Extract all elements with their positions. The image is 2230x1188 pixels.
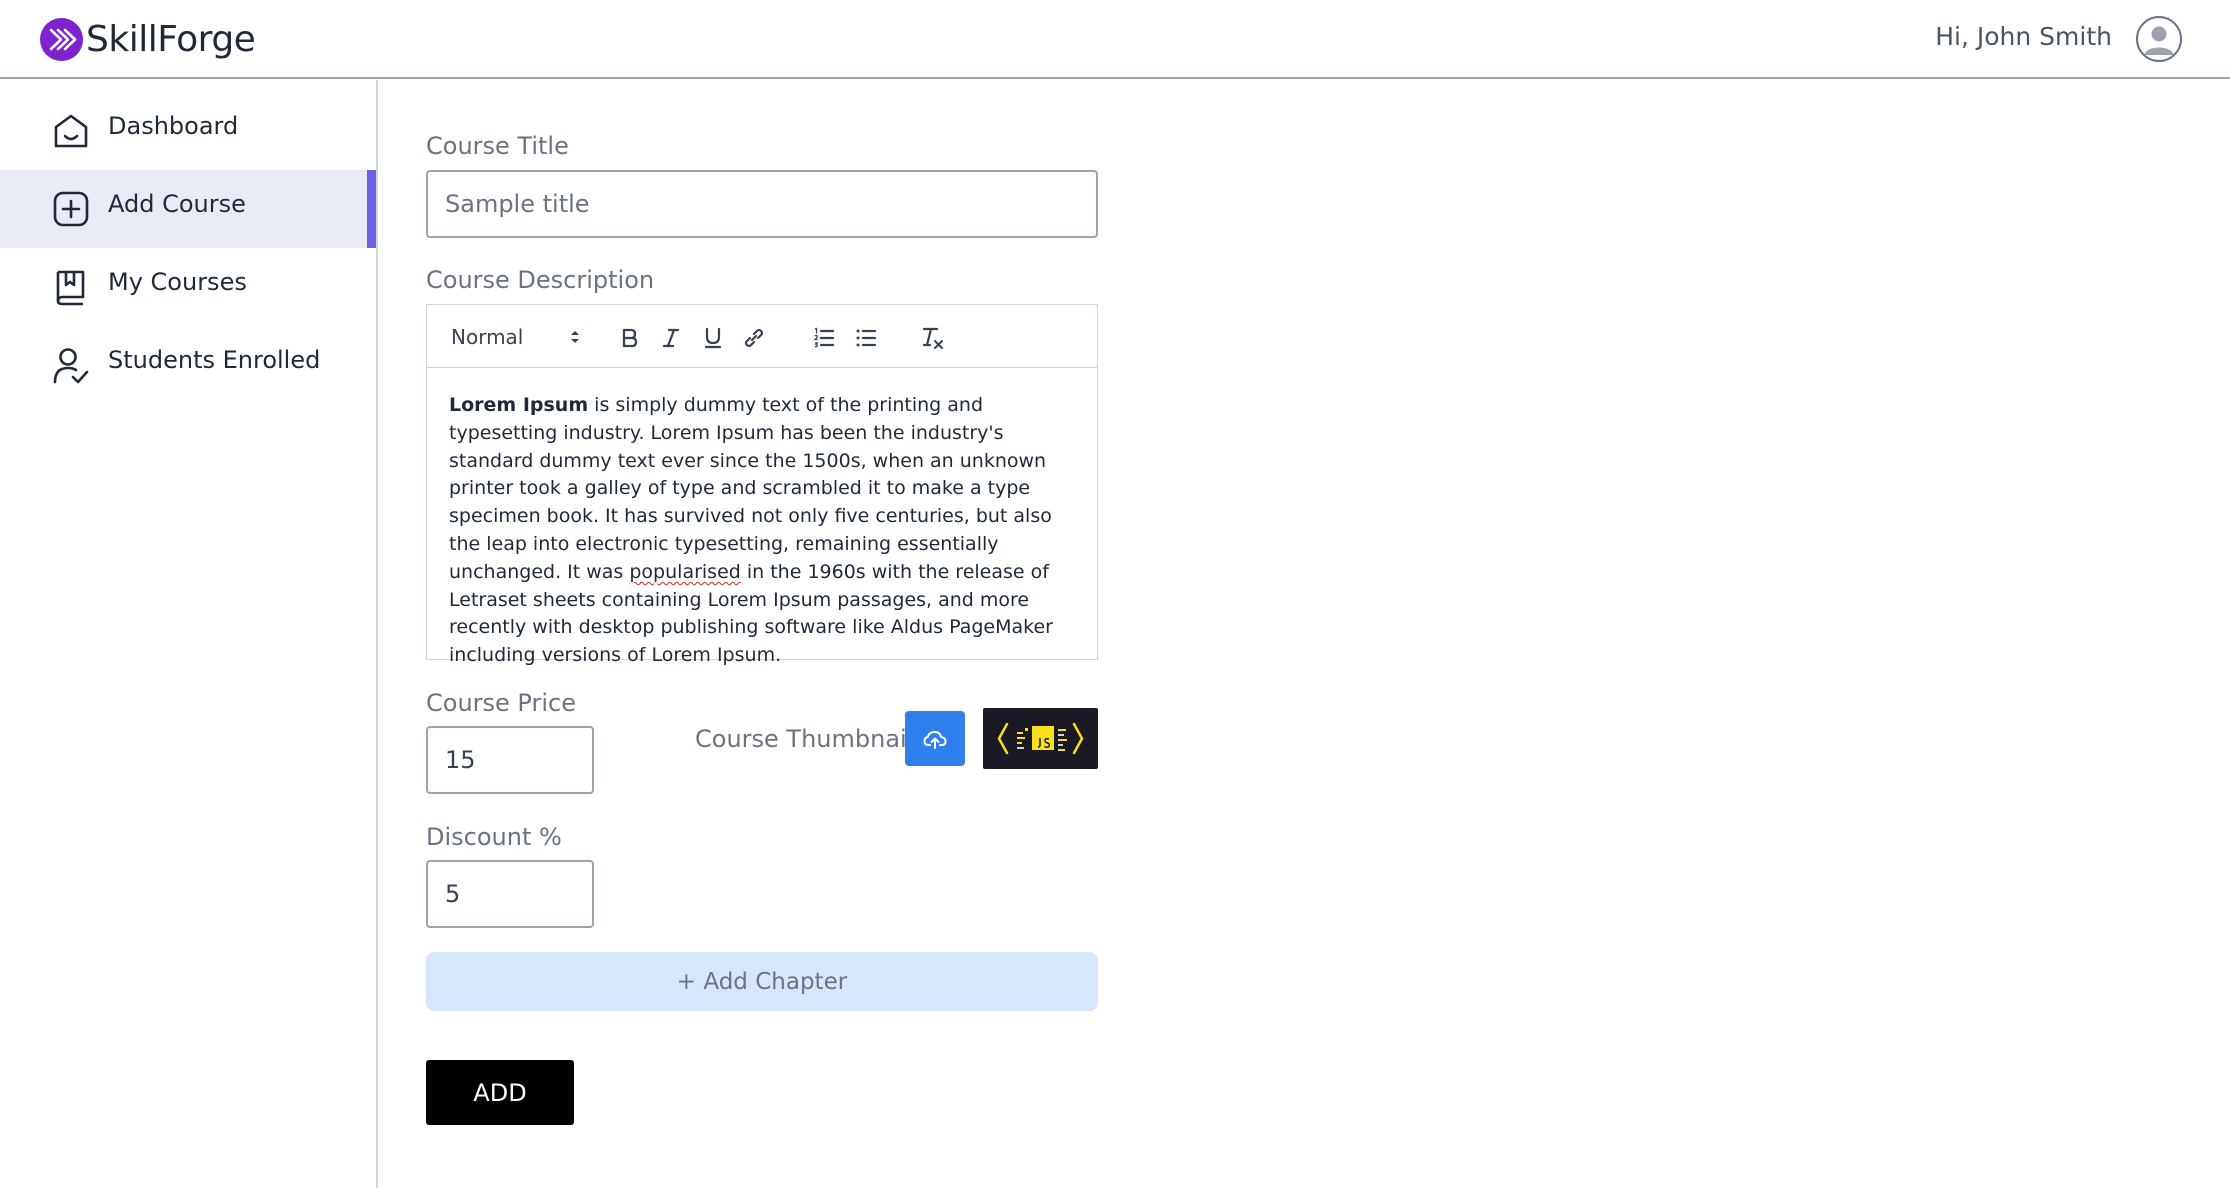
discount-input[interactable]	[426, 860, 594, 928]
description-text: is simply dummy text of the printing and…	[449, 394, 1052, 583]
sidebar-item-label: Dashboard	[108, 112, 239, 140]
course-price-input[interactable]	[426, 726, 594, 794]
add-square-icon	[53, 191, 89, 227]
editor-toolbar: Normal	[426, 304, 1098, 368]
logo-icon	[40, 17, 83, 61]
sidebar: Dashboard Add Course My Courses Students…	[0, 80, 378, 1188]
add-course-submit-button[interactable]: ADD	[426, 1060, 574, 1125]
javascript-thumbnail-icon	[997, 722, 1084, 755]
bullet-list-button[interactable]	[851, 323, 881, 353]
course-thumbnail-label: Course Thumbnail	[695, 725, 914, 753]
course-title-input[interactable]	[426, 170, 1098, 238]
user-avatar-icon	[2144, 26, 2174, 55]
upload-thumbnail-button[interactable]	[905, 711, 965, 766]
brand-name: SkillForge	[86, 18, 256, 60]
sidebar-item-label: My Courses	[108, 268, 247, 296]
course-title-label: Course Title	[426, 132, 569, 160]
sidebar-item-label: Add Course	[108, 190, 246, 218]
sidebar-item-my-courses[interactable]: My Courses	[0, 248, 376, 326]
course-price-label: Course Price	[426, 689, 576, 717]
link-button[interactable]	[739, 323, 769, 353]
sidebar-item-add-course[interactable]: Add Course	[0, 170, 376, 248]
ordered-list-button[interactable]	[809, 323, 839, 353]
sidebar-item-dashboard[interactable]: Dashboard	[0, 92, 376, 170]
user-greeting: Hi, John Smith	[1935, 22, 2112, 51]
description-bold-lead: Lorem Ipsum	[449, 394, 589, 416]
ordered-list-icon	[813, 327, 835, 348]
cloud-upload-icon	[923, 730, 947, 749]
clear-format-icon	[922, 327, 943, 349]
format-select[interactable]: Normal	[451, 321, 581, 353]
course-description-label: Course Description	[426, 266, 655, 294]
sidebar-item-label: Students Enrolled	[108, 346, 321, 374]
brand-logo[interactable]: SkillForge	[40, 16, 256, 62]
top-header: SkillForge Hi, John Smith	[0, 0, 2230, 79]
avatar[interactable]	[2136, 16, 2182, 62]
underline-button[interactable]	[698, 323, 728, 353]
course-thumbnail-image	[983, 708, 1098, 769]
spellcheck-word: popularised	[629, 560, 741, 583]
sidebar-item-students-enrolled[interactable]: Students Enrolled	[0, 326, 376, 404]
format-select-value: Normal	[451, 325, 524, 349]
course-description-editor[interactable]: Lorem Ipsum is simply dummy text of the …	[426, 368, 1098, 666]
home-icon	[54, 114, 88, 148]
discount-label: Discount %	[426, 823, 562, 851]
user-check-icon	[53, 348, 89, 384]
add-chapter-button[interactable]: + Add Chapter	[426, 952, 1098, 1011]
italic-button[interactable]	[656, 323, 686, 353]
link-icon	[744, 328, 764, 348]
bold-button[interactable]	[614, 323, 644, 353]
select-arrows-icon	[571, 331, 580, 343]
underline-icon	[704, 327, 722, 349]
book-icon	[56, 270, 85, 306]
bold-icon	[622, 328, 638, 348]
italic-icon	[662, 328, 680, 348]
bullet-list-icon	[856, 329, 877, 347]
clear-format-button[interactable]	[917, 323, 947, 353]
